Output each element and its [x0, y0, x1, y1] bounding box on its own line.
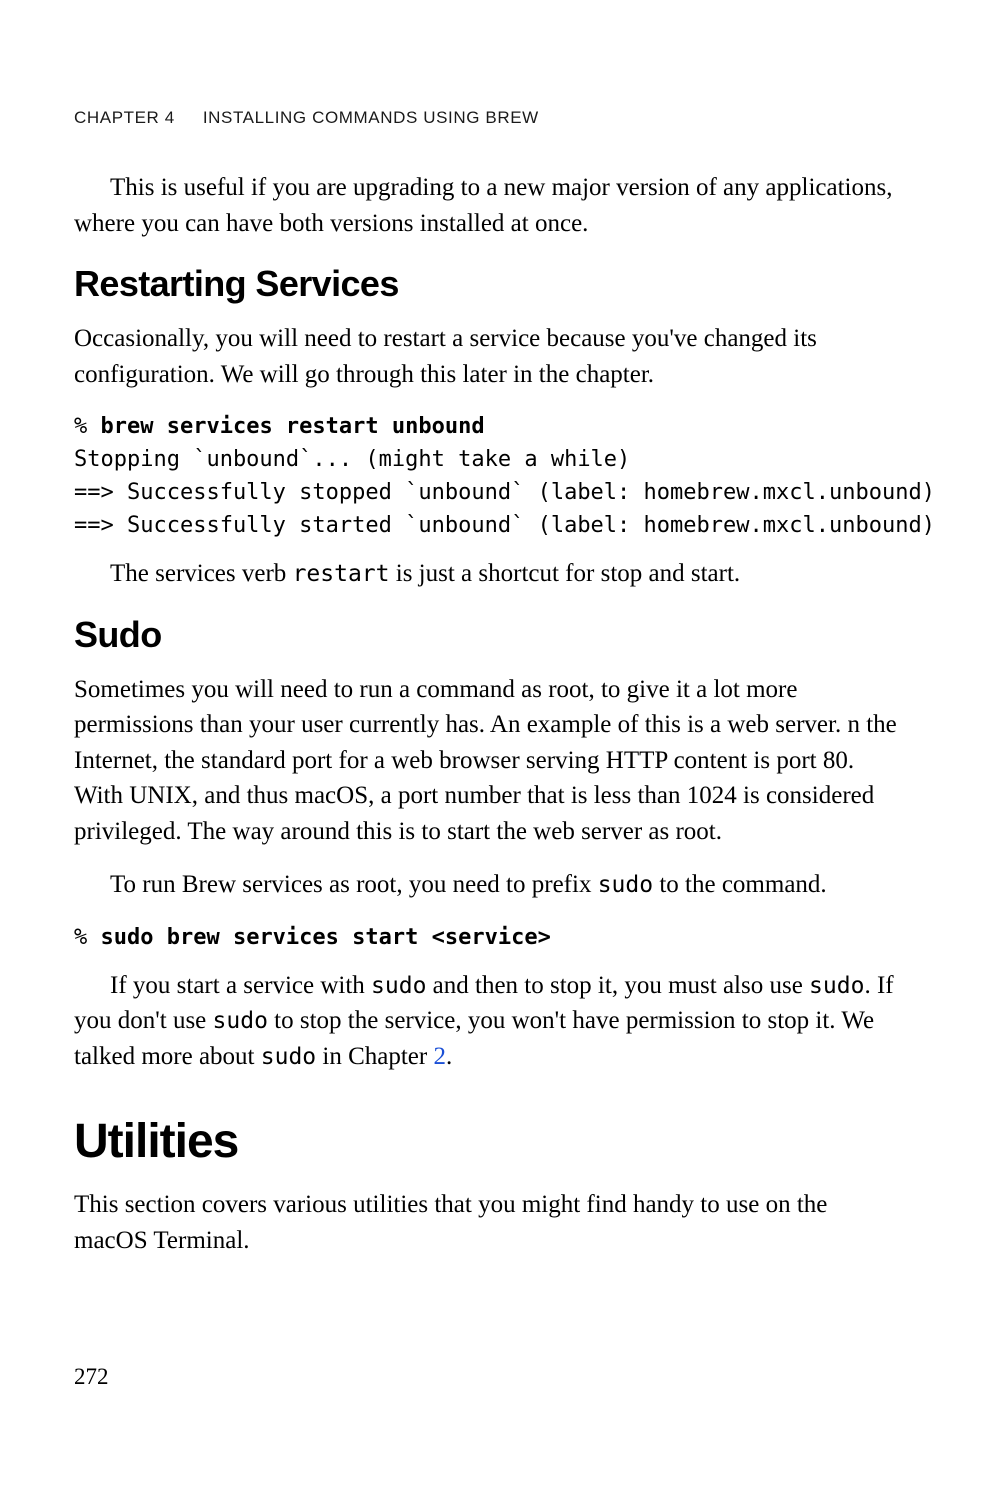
- code-output-line: ==> Successfully started `unbound` (labe…: [74, 513, 935, 538]
- heading-sudo: Sudo: [74, 614, 899, 656]
- code-output-line: ==> Successfully stopped `unbound` (labe…: [74, 480, 935, 505]
- intro-paragraph: This is useful if you are upgrading to a…: [74, 170, 899, 241]
- inline-code-sudo: sudo: [809, 973, 864, 999]
- heading-restarting-services: Restarting Services: [74, 263, 899, 305]
- text: to the command.: [653, 871, 827, 898]
- page: CHAPTER 4INSTALLING COMMANDS USING BREW …: [0, 0, 989, 1500]
- code-command: brew services restart unbound: [101, 414, 485, 439]
- utilities-p1: This section covers various utilities th…: [74, 1187, 899, 1258]
- text: in Chapter: [316, 1043, 433, 1070]
- code-block-sudo: % sudo brew services start <service>: [74, 921, 899, 954]
- page-number: 272: [74, 1364, 109, 1390]
- inline-code-sudo: sudo: [598, 872, 653, 898]
- sudo-p3: If you start a service with sudo and the…: [74, 968, 899, 1075]
- code-prompt: %: [74, 414, 101, 439]
- chapter-title: INSTALLING COMMANDS USING BREW: [203, 108, 539, 127]
- code-command: sudo brew services start <service>: [101, 925, 551, 950]
- text: and then to stop it, you must also use: [426, 972, 809, 999]
- inline-code-restart: restart: [293, 561, 390, 587]
- text: is just a shortcut for stop and start.: [390, 560, 741, 587]
- restarting-p1: Occasionally, you will need to restart a…: [74, 321, 899, 392]
- sudo-p2: To run Brew services as root, you need t…: [74, 867, 899, 903]
- inline-code-sudo: sudo: [261, 1044, 316, 1070]
- chapter-link[interactable]: 2: [433, 1043, 446, 1070]
- code-prompt: %: [74, 925, 101, 950]
- running-header: CHAPTER 4 INSTALLING COMMANDS USING BREW: [74, 108, 899, 128]
- restarting-p2: The services verb restart is just a shor…: [74, 556, 899, 592]
- text: .: [446, 1043, 452, 1070]
- text: To run Brew services as root, you need t…: [110, 871, 598, 898]
- heading-utilities: Utilities: [74, 1114, 899, 1169]
- text: The services verb: [110, 560, 293, 587]
- inline-code-sudo: sudo: [371, 973, 426, 999]
- inline-code-sudo: sudo: [213, 1008, 268, 1034]
- code-output-line: Stopping `unbound`... (might take a whil…: [74, 447, 630, 472]
- chapter-label: CHAPTER 4: [74, 108, 175, 127]
- text: If you start a service with: [110, 972, 371, 999]
- code-block-restart: % brew services restart unbound Stopping…: [74, 410, 899, 542]
- sudo-p1: Sometimes you will need to run a command…: [74, 672, 899, 850]
